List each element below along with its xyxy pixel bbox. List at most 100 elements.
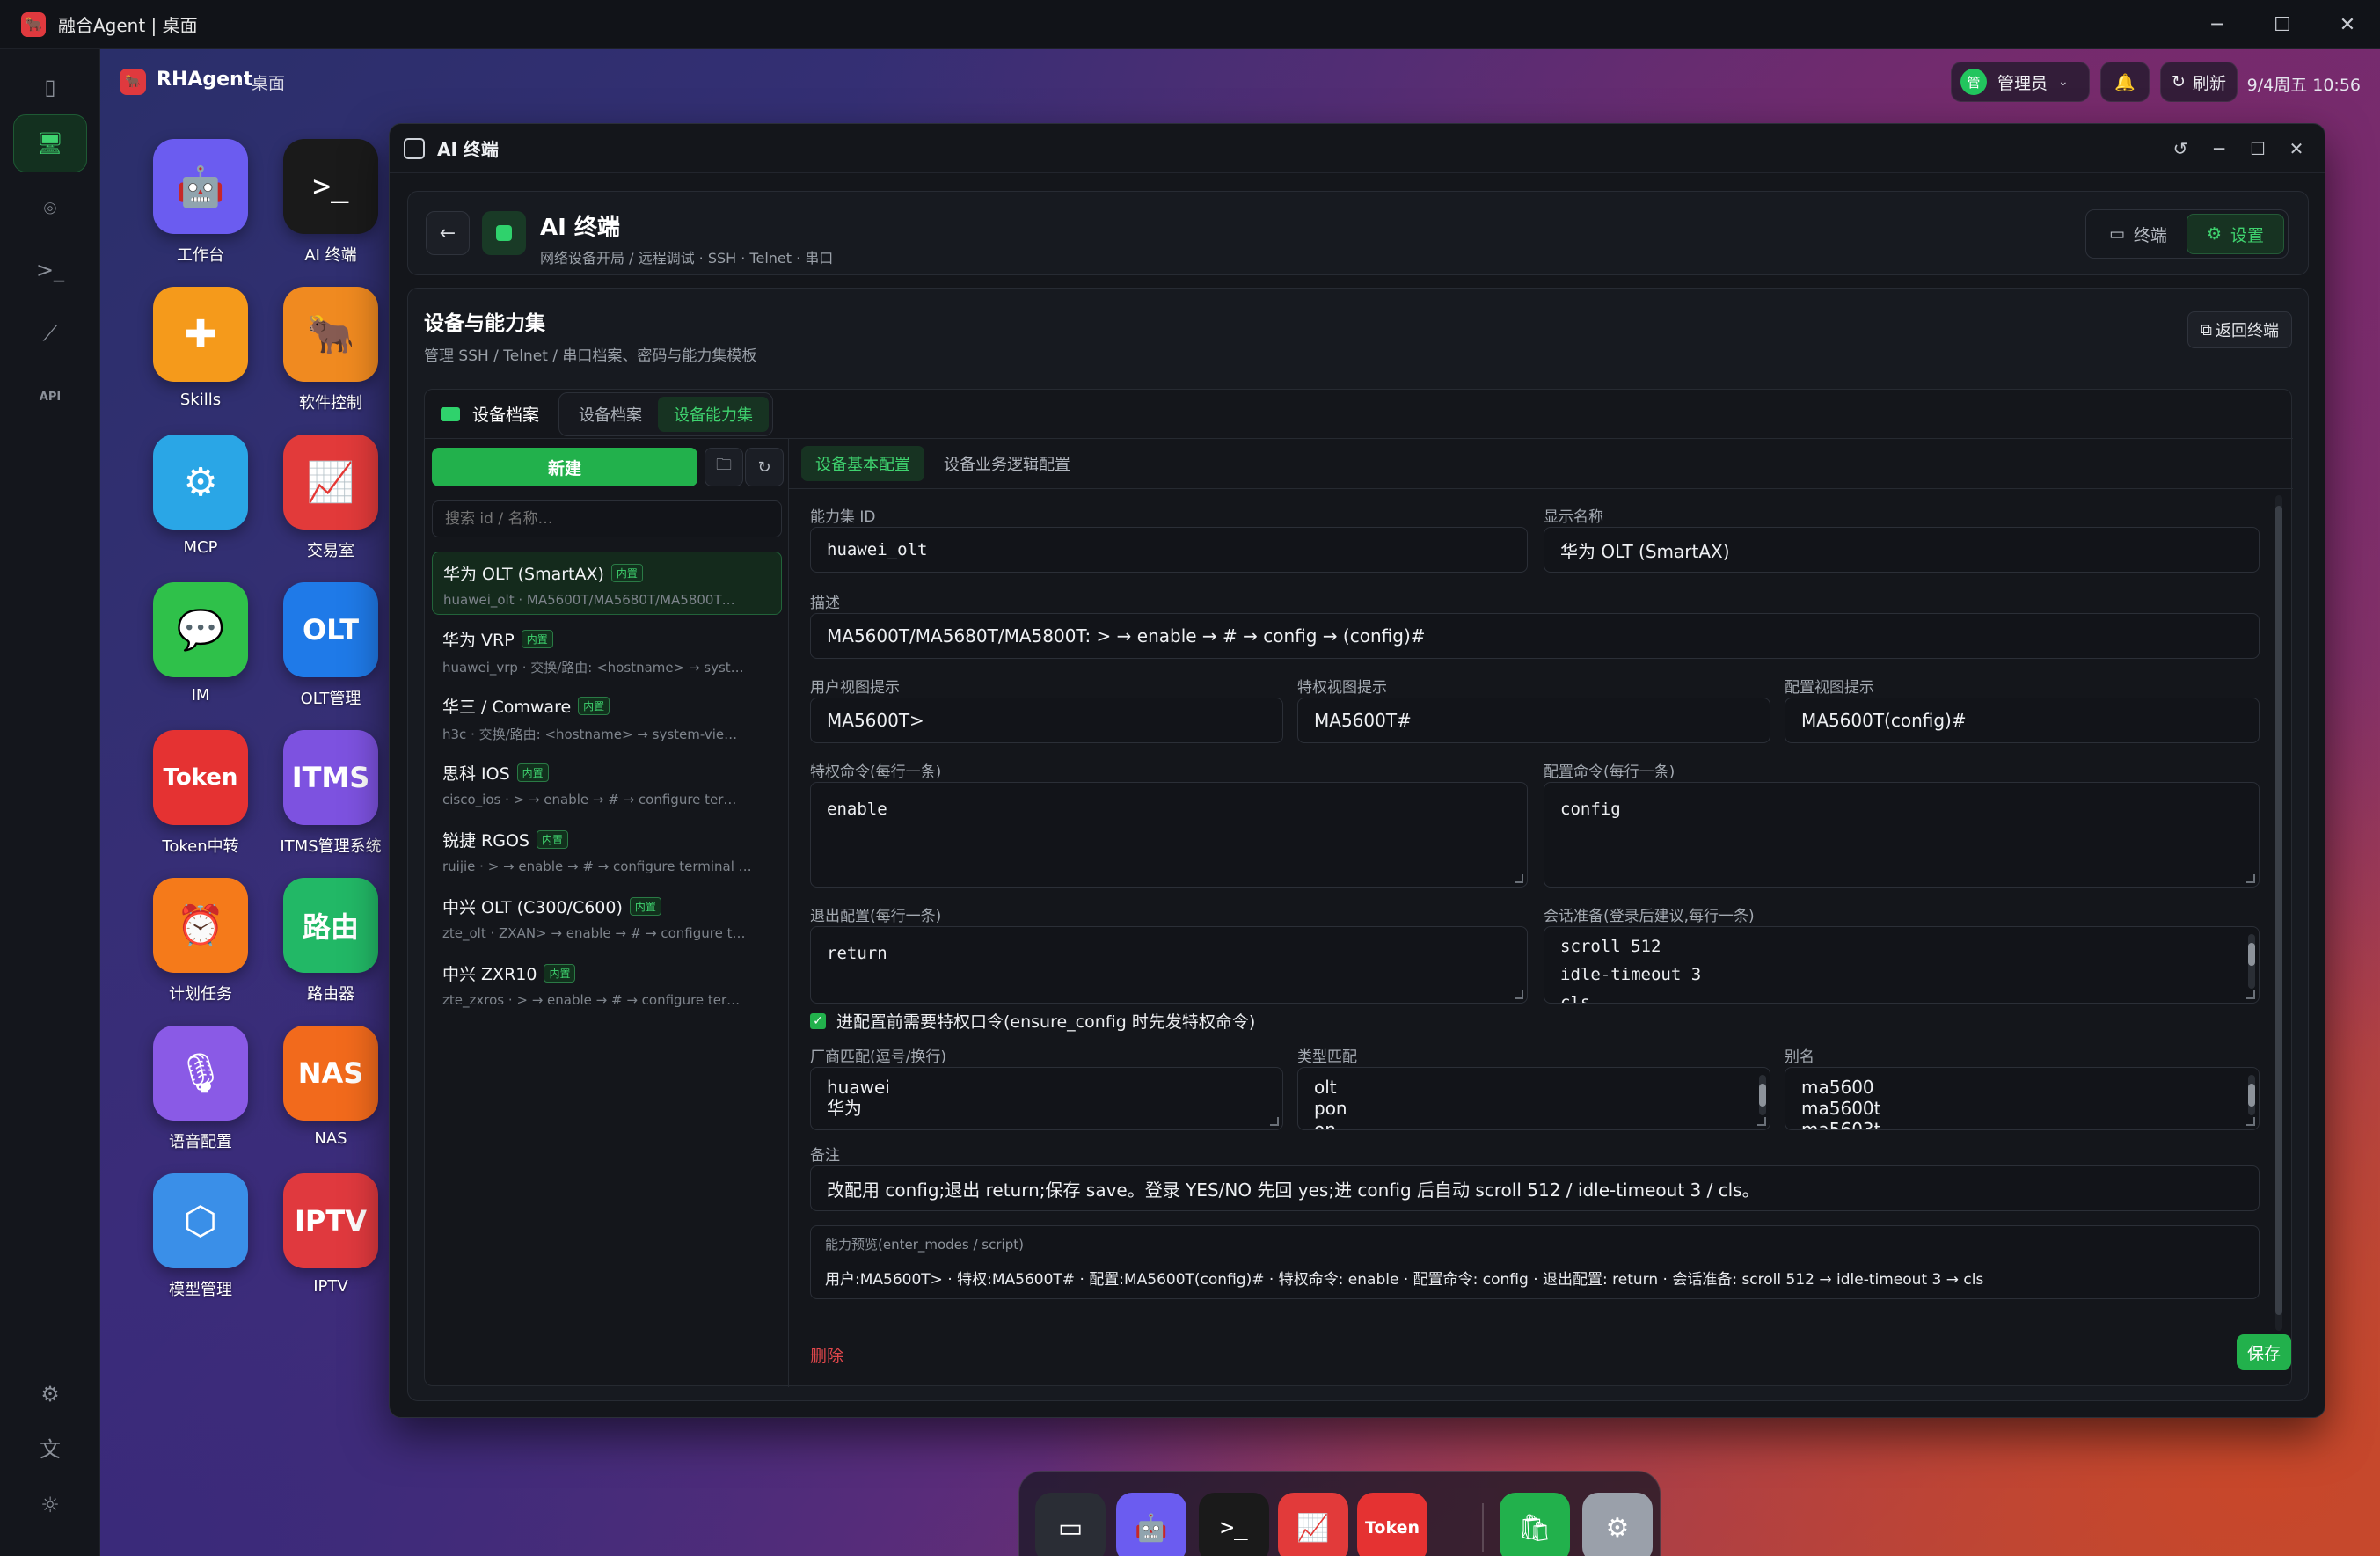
desktop-app[interactable]: Token Token中转 (139, 730, 262, 857)
dock-trading-icon[interactable]: 📈 (1278, 1493, 1348, 1556)
app-icon[interactable]: 📈 (283, 435, 378, 530)
rail-robot-icon[interactable]: ⌾ (13, 179, 87, 237)
priv-cmd-textarea[interactable]: enable (810, 782, 1528, 888)
app-icon[interactable]: OLT (283, 582, 378, 677)
id-field[interactable]: huawei_olt (810, 527, 1528, 573)
editor-scrollbar[interactable] (2275, 495, 2282, 1331)
desktop-app[interactable]: IPTV IPTV (269, 1173, 392, 1296)
note-field[interactable]: 改配用 config;退出 return;保存 save。登录 YES/NO 先… (810, 1165, 2260, 1211)
app-icon[interactable]: 🎙 (153, 1026, 248, 1121)
desktop-app[interactable]: 📈 交易室 (269, 435, 392, 561)
rail-desktop-icon[interactable]: 🖥 (13, 114, 87, 172)
rail-translate-icon[interactable]: 文 (13, 1418, 87, 1476)
vendor-textarea[interactable]: huawei 华为 (810, 1067, 1283, 1130)
desktop-app[interactable]: 💬 IM (139, 582, 262, 705)
cfg-cmd-textarea[interactable]: config (1544, 782, 2260, 888)
rail-api-icon[interactable]: API (13, 368, 87, 426)
desktop-app[interactable]: ⏰ 计划任务 (139, 878, 262, 1004)
back-button[interactable]: ← (426, 211, 470, 255)
desktop-app[interactable]: 🤖 工作台 (139, 139, 262, 266)
desktop-app[interactable]: 🐂 软件控制 (269, 287, 392, 413)
resize-grip-icon[interactable] (2246, 990, 2255, 999)
type-textarea[interactable]: olt pon on (1297, 1067, 1770, 1130)
dock-desktop-icon[interactable]: ▭ (1035, 1493, 1106, 1556)
panel-toggle-icon[interactable]: ▯ (13, 58, 87, 116)
alias-textarea[interactable]: ma5600 ma5600t ma5603t (1785, 1067, 2260, 1130)
dock-robot-icon[interactable]: 🤖 (1116, 1493, 1186, 1556)
maximize-icon[interactable]: ☐ (2250, 0, 2315, 49)
app-icon[interactable]: ⏰ (153, 878, 248, 973)
minimize-icon[interactable]: ─ (2185, 0, 2250, 49)
scrollbar[interactable] (1759, 1075, 1766, 1115)
app-icon[interactable]: 路由 (283, 878, 378, 973)
app-icon[interactable]: 💬 (153, 582, 248, 677)
list-item[interactable]: 中兴 OLT (C300/C600) 内置 zte_olt · ZXAN> → en… (432, 886, 782, 949)
app-icon[interactable]: NAS (283, 1026, 378, 1121)
app-icon[interactable]: 🐂 (283, 287, 378, 382)
desktop-app[interactable]: ⚙ MCP (139, 435, 262, 557)
exit-textarea[interactable]: return (810, 926, 1528, 1004)
app-icon[interactable]: ⬡ (153, 1173, 248, 1268)
app-icon[interactable]: 🤖 (153, 139, 248, 234)
refresh-list-icon[interactable]: ↻ (745, 448, 784, 486)
resize-grip-icon[interactable] (2246, 1117, 2255, 1126)
list-item[interactable]: 华为 OLT (SmartAX) 内置 huawei_olt · MA5600T/M… (432, 552, 782, 615)
window-minimize-icon[interactable]: ─ (2200, 124, 2238, 173)
resize-grip-icon[interactable] (2246, 874, 2255, 883)
dock-token-icon[interactable]: Token (1357, 1493, 1427, 1556)
desktop-app[interactable]: ITMS ITMS管理系统 (269, 730, 392, 857)
rail-chart-icon[interactable]: ⟋ (13, 304, 87, 362)
dock-store-icon[interactable]: 🛍 (1500, 1493, 1570, 1556)
list-item[interactable]: 思科 IOS 内置 cisco_ios · > → enable → # → con… (432, 752, 782, 815)
resize-grip-icon[interactable] (1270, 1117, 1279, 1126)
tab-terminal[interactable]: ▭ 终端 (2090, 214, 2187, 254)
tab-device-capability[interactable]: 设备能力集 (658, 396, 770, 432)
tab-device-profile[interactable]: 设备档案 (563, 397, 658, 432)
app-icon[interactable]: ⚙ (153, 435, 248, 530)
window-close-icon[interactable]: ✕ (2277, 124, 2316, 173)
admin-menu[interactable]: 管 管理员 ⌄ (1951, 62, 2090, 102)
subtab-logic-config[interactable]: 设备业务逻辑配置 (930, 446, 1084, 481)
app-icon[interactable]: ITMS (283, 730, 378, 825)
subtab-basic-config[interactable]: 设备基本配置 (801, 446, 924, 481)
app-icon[interactable]: ✚ (153, 287, 248, 382)
folder-icon[interactable]: 🗀 (705, 448, 743, 486)
save-button[interactable]: 保存 (2237, 1334, 2291, 1370)
search-input[interactable] (432, 500, 782, 537)
dock-terminal-icon[interactable]: >_ (1199, 1493, 1269, 1556)
desktop-app[interactable]: 🎙 语音配置 (139, 1026, 262, 1152)
scrollbar[interactable] (2248, 1075, 2255, 1115)
session-textarea[interactable]: scroll 512 idle-timeout 3 cls (1544, 926, 2260, 1004)
close-icon[interactable]: ✕ (2315, 0, 2380, 49)
list-item[interactable]: 华三 / Comware 内置 h3c · 交换/路由: <hostname> → … (432, 685, 782, 749)
desktop-app[interactable]: ⬡ 模型管理 (139, 1173, 262, 1300)
app-icon[interactable]: Token (153, 730, 248, 825)
delete-button[interactable]: 删除 (810, 1343, 843, 1367)
new-button[interactable]: 新建 (432, 448, 697, 486)
rail-gear-icon[interactable]: ⚙ (13, 1365, 87, 1423)
resize-grip-icon[interactable] (1515, 874, 1523, 883)
priv-password-checkbox[interactable]: ✓ 进配置前需要特权口令(ensure_config 时先发特权命令) (810, 1009, 1255, 1033)
desktop-app[interactable]: >_ AI 终端 (269, 139, 392, 266)
rail-terminal-icon[interactable]: >_ (13, 241, 87, 299)
display-name-field[interactable]: 华为 OLT (SmartAX) (1544, 527, 2260, 573)
desktop-app[interactable]: 路由 路由器 (269, 878, 392, 1004)
dock-settings-icon[interactable]: ⚙ (1582, 1493, 1653, 1556)
return-terminal-button[interactable]: ⧉ 返回终端 (2187, 311, 2292, 348)
resize-grip-icon[interactable] (1515, 990, 1523, 999)
cfg-prompt-field[interactable]: MA5600T(config)# (1785, 698, 2260, 743)
priv-prompt-field[interactable]: MA5600T# (1297, 698, 1770, 743)
tab-settings[interactable]: ⚙ 设置 (2186, 214, 2284, 254)
notification-button[interactable]: 🔔 (2100, 62, 2150, 102)
desktop-app[interactable]: OLT OLT管理 (269, 582, 392, 709)
resize-grip-icon[interactable] (1757, 1117, 1766, 1126)
rail-sun-icon[interactable]: ☼ (13, 1476, 87, 1534)
checkbox-checked-icon[interactable]: ✓ (810, 1012, 826, 1029)
user-prompt-field[interactable]: MA5600T> (810, 698, 1283, 743)
refresh-button[interactable]: ↻ 刷新 (2160, 62, 2238, 102)
list-item[interactable]: 中兴 ZXR10 内置 zte_zxros · > → enable → # → c… (432, 953, 782, 1016)
scrollbar[interactable] (2248, 934, 2255, 989)
list-item[interactable]: 锐捷 RGOS 内置 ruijie · > → enable → # → confi… (432, 819, 782, 882)
desktop-app[interactable]: ✚ Skills (139, 287, 262, 409)
desktop-app[interactable]: NAS NAS (269, 1026, 392, 1148)
